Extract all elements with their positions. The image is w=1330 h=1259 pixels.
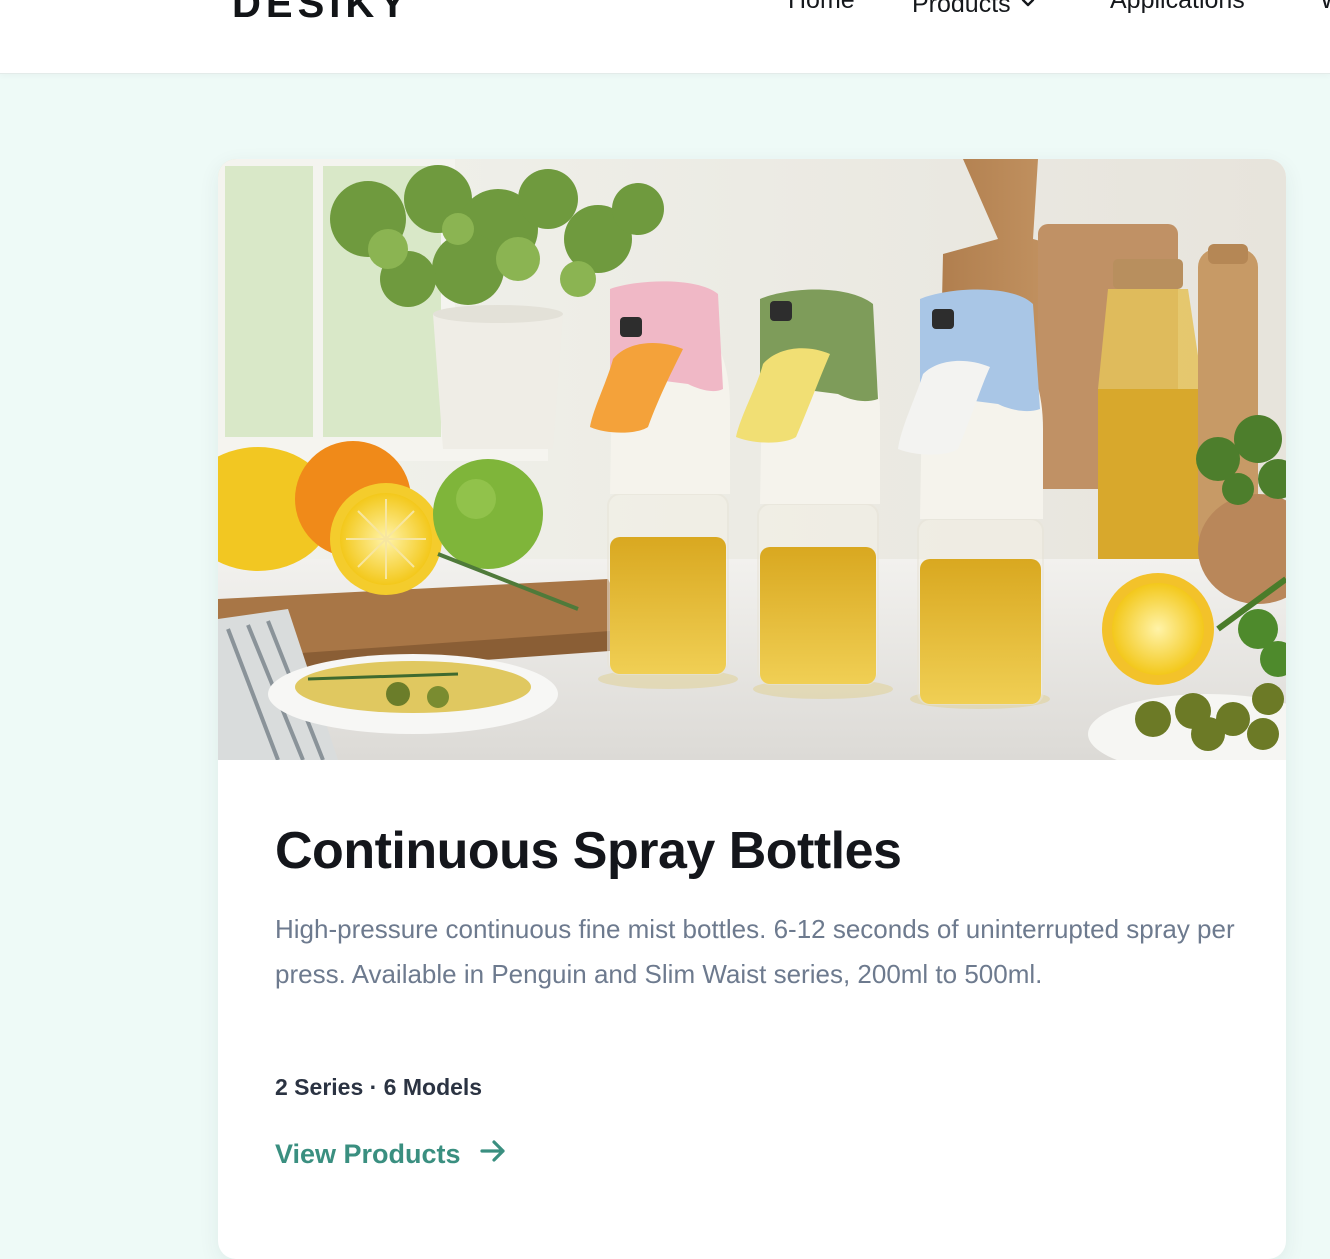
card-title: Continuous Spray Bottles [275, 822, 902, 880]
nav-products-label: Products [912, 0, 1011, 18]
chevron-down-icon [1021, 0, 1035, 15]
nav-item-truncated[interactable]: W [1320, 0, 1330, 15]
card-description: High-pressure continuous fine mist bottl… [275, 914, 1235, 989]
arrow-right-icon [479, 1139, 507, 1170]
view-products-link[interactable]: View Products [275, 1139, 507, 1170]
site-header: DESIKY Home Products Applications W [0, 0, 1330, 74]
nav-home[interactable]: Home [788, 0, 855, 15]
card-meta: 2 Series · 6 Models [275, 1074, 483, 1100]
product-category-card[interactable]: Continuous Spray Bottles High-pressure c… [218, 159, 1286, 1259]
nav-applications[interactable]: Applications [1110, 0, 1245, 15]
site-logo[interactable]: DESIKY [232, 0, 411, 27]
product-hero-image [218, 159, 1286, 760]
view-products-label: View Products [275, 1139, 461, 1169]
nav-products[interactable]: Products [912, 0, 1035, 19]
